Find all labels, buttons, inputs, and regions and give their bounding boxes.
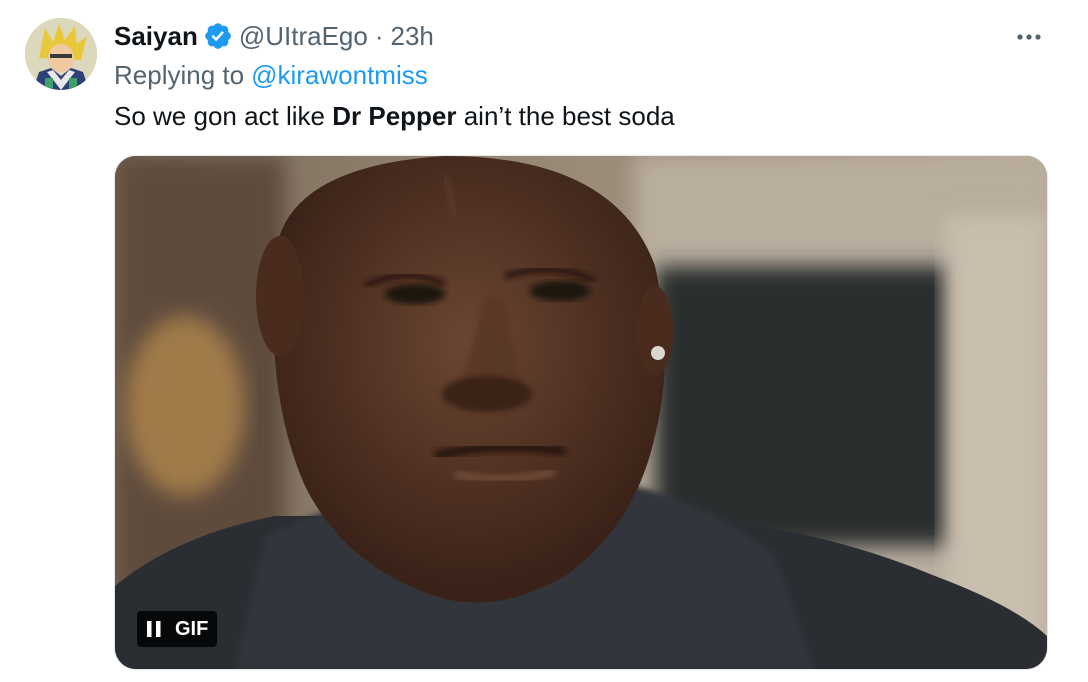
separator-dot: · (374, 20, 384, 51)
more-options-button[interactable] (1012, 22, 1046, 52)
tweet-text-bold: Dr Pepper (332, 100, 457, 131)
reply-handle-link[interactable]: @kirawontmiss (251, 60, 428, 91)
tweet-header: Saiyan @UItraEgo · 23h (114, 18, 434, 54)
avatar-image (25, 18, 97, 90)
gif-media[interactable]: GIF (114, 155, 1048, 670)
reply-context: Replying to @kirawontmiss (114, 58, 428, 92)
tweet-text: So we gon act like Dr Pepper ain’t the b… (114, 98, 675, 134)
author-handle[interactable]: @UItraEgo (239, 21, 368, 52)
gif-controls[interactable]: GIF (137, 611, 218, 647)
reply-prefix: Replying to (114, 59, 245, 90)
tweet: Saiyan @UItraEgo · 23h Replying to @kira… (0, 0, 1088, 682)
gif-image (115, 156, 1047, 669)
display-name[interactable]: Saiyan (114, 21, 198, 52)
more-options-icon (1017, 34, 1041, 40)
timestamp[interactable]: 23h (391, 21, 434, 52)
tweet-text-after: ain’t the best soda (456, 100, 675, 131)
pause-icon[interactable] (145, 619, 163, 639)
avatar[interactable] (25, 18, 97, 90)
gif-badge: GIF (175, 617, 209, 640)
verified-badge-icon[interactable] (203, 21, 233, 51)
tweet-text-before: So we gon act like (114, 100, 333, 131)
